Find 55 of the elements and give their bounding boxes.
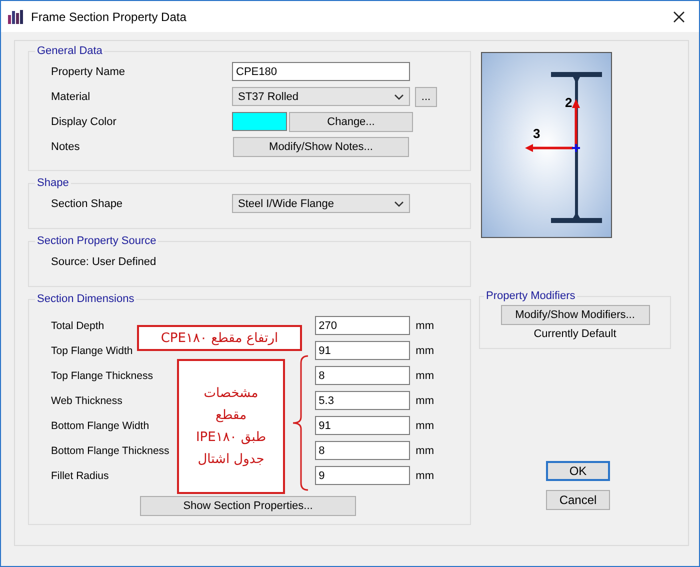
group-title: Section Dimensions (36, 293, 136, 305)
input-field[interactable]: CPE180 (232, 62, 410, 81)
group-title: Shape (36, 177, 70, 189)
unit-label: mm (416, 370, 434, 382)
unit-label: mm (416, 344, 434, 356)
caret-icon (394, 94, 404, 100)
close-icon[interactable] (673, 10, 685, 22)
input-field[interactable]: 91 (314, 341, 410, 360)
unit-label: mm (416, 320, 434, 332)
field-label: Material (51, 90, 92, 102)
field-label: Bottom Flange Width (51, 420, 150, 432)
input-field[interactable]: 5.3 (314, 391, 410, 410)
dialog-button[interactable]: Cancel (546, 490, 610, 510)
input-field[interactable]: 9 (314, 466, 410, 485)
notes-button[interactable]: Modify/Show Notes... (233, 136, 409, 156)
unit-label: mm (416, 394, 434, 406)
modifiers-button[interactable]: Modify/Show Modifiers... (500, 305, 650, 325)
field-label: Property Name (51, 66, 126, 78)
field-label: Bottom Flange Thickness (51, 444, 170, 456)
color-swatch[interactable] (232, 112, 287, 131)
dropdown[interactable]: Steel I/Wide Flange (232, 194, 410, 213)
dialog-button[interactable]: OK (546, 461, 610, 481)
show-properties-button[interactable]: Show Section Properties... (140, 496, 356, 516)
origin-marker (571, 143, 581, 153)
field-label: Notes (51, 140, 81, 152)
status-text: Currently Default (534, 328, 616, 340)
group-title: Section Property Source (36, 235, 158, 247)
field-label: Display Color (51, 116, 118, 128)
field-label: Section Shape (51, 198, 124, 210)
unit-label: mm (416, 444, 434, 456)
change-button[interactable]: Change... (289, 112, 413, 132)
group-title: General Data (36, 45, 104, 57)
field-label: Total Depth (51, 320, 104, 332)
dropdown[interactable]: ST37 Rolled (232, 87, 410, 106)
annotation-box: ارتفاع مقطع CPE۱۸۰ (137, 325, 302, 351)
source-text: Source: User Defined (51, 256, 158, 268)
annotation-box: مشخصات مقطع طبق IPE۱۸۰ جدول اشتال (177, 359, 285, 494)
unit-label: mm (416, 470, 434, 482)
app-icon (7, 8, 25, 24)
axis-label: 3 (533, 126, 540, 141)
field-label: Web Thickness (51, 394, 122, 406)
more-button[interactable]: ... (415, 86, 437, 106)
field-label: Fillet Radius (51, 470, 109, 482)
axis-label: 2 (565, 95, 572, 110)
group-title: Property Modifiers (485, 290, 576, 302)
field-label: Top Flange Width (51, 344, 133, 356)
input-field[interactable]: 8 (314, 441, 410, 460)
input-field[interactable]: 270 (314, 316, 410, 335)
window-title: Frame Section Property Data (31, 10, 188, 24)
input-field[interactable]: 8 (314, 366, 410, 385)
field-label: Top Flange Thickness (51, 370, 153, 382)
caret-icon (394, 200, 404, 206)
input-field[interactable]: 91 (314, 416, 410, 435)
brace-icon (291, 355, 309, 491)
unit-label: mm (416, 420, 434, 432)
